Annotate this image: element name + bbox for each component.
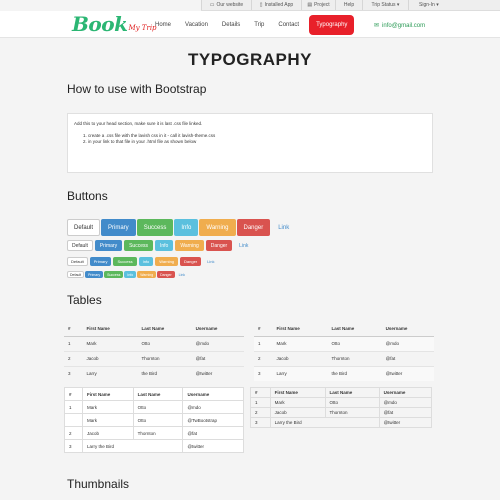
success-button[interactable]: Success [124,240,153,251]
top-utility-bar: ▭ Our website ▯ Installed App ▤ Project Hel… [201,0,500,11]
button-row-extra-small: Default Primary Success Info Warning Dan… [67,271,188,278]
topbar-sign-in[interactable]: Sign-In ▾ [408,0,500,10]
danger-button[interactable]: Danger [157,271,175,278]
info-button[interactable]: Info [138,257,154,266]
basic-table: # First Name Last Name Username 1 Mark Ott… [64,321,244,381]
table-row: 3 Larry the Bird @twitter [250,417,433,428]
logo-main-text: Book [72,12,128,36]
instruction-step: in your link to that file in your .html … [88,139,426,145]
section-title-bootstrap: How to use with Bootstrap [67,82,207,96]
table-row: 1 Mark Otto @mdo [254,335,434,351]
primary-button[interactable]: Primary [94,240,123,251]
info-button[interactable]: Info [174,219,199,236]
primary-button[interactable]: Primary [101,219,136,236]
table-row: 2 Jacob Thornton @fat [250,407,433,418]
phone-icon: ▯ [259,2,263,8]
default-button[interactable]: Default [67,271,85,278]
condensed-table: # First Name Last Name Username 1 Mark Ott… [250,387,433,428]
success-button[interactable]: Success [104,271,124,278]
success-button[interactable]: Success [113,257,137,266]
nav-typography[interactable]: Typography [309,15,355,35]
page-title: TYPOGRAPHY [187,50,313,69]
warning-button[interactable]: Warning [199,219,236,236]
logo[interactable]: Book My Trip [72,12,157,36]
envelope-icon: ✉ [374,23,380,29]
table-row: 2 Jacob Thornton @fat [64,350,244,366]
striped-table: # First Name Last Name Username 1 Mark Ott… [254,321,434,381]
nav-contact[interactable]: Contact [271,15,306,35]
table-row: 1 Mark Otto @mdo [63,400,244,414]
topbar-project[interactable]: ▤ Project [301,0,335,10]
topbar-installed-app[interactable]: ▯ Installed App [251,0,301,10]
default-button[interactable]: Default [67,240,93,251]
info-button[interactable]: Info [124,271,137,278]
section-title-thumbnails: Thumbnails [67,477,130,491]
topbar-help[interactable]: Help [335,0,362,10]
danger-button[interactable]: Danger [236,219,271,236]
warning-button[interactable]: Warning [175,240,204,251]
table-row: 3 Larry the Bird @twitter [254,365,434,381]
table-row: 1 Mark Otto @mdo [250,397,433,408]
button-row-default: Default Primary Success Info Warning Dan… [67,240,253,251]
default-button[interactable]: Default [67,257,88,266]
button-row-large: Default Primary Success Info Warning Dan… [67,219,296,236]
nav-vacation[interactable]: Vacation [178,15,215,35]
table-header-row: # First Name Last Name Username [250,387,433,398]
main-nav: Home Vacation Details Trip Contact Typog… [148,15,355,35]
link-button[interactable]: Link [271,219,296,236]
table-header-row: # First Name Last Name Username [63,387,244,401]
monitor-icon: ▭ [209,2,215,8]
instructions-intro: Add this to your head section, make sure… [74,121,203,126]
warning-button[interactable]: Warning [137,271,157,278]
nav-details[interactable]: Details [215,15,247,35]
button-row-small: Default Primary Success Info Warning Dan… [67,257,218,266]
table-header-row: # First Name Last Name Username [64,321,244,337]
topbar-our-website[interactable]: ▭ Our website [201,0,251,10]
info-button[interactable]: Info [154,240,174,251]
section-title-tables: Tables [67,293,102,307]
link-button[interactable]: Link [176,271,188,278]
table-row: 3 Larry the Bird @twitter [64,365,244,381]
bordered-table: # First Name Last Name Username 1 Mark Ott… [63,387,244,453]
success-button[interactable]: Success [136,219,174,236]
table-row: Mark Otto @TwBootstrap [63,413,244,427]
link-button[interactable]: Link [234,240,253,251]
warning-button[interactable]: Warning [155,257,179,266]
default-button[interactable]: Default [67,219,101,236]
table-row: 3 Larry the Bird @twitter [63,439,244,453]
nav-home[interactable]: Home [148,15,178,35]
document-icon: ▤ [307,2,313,8]
table-row: 2 Jacob Thornton @fat [254,350,434,366]
primary-button[interactable]: Primary [89,257,112,266]
nav-trip[interactable]: Trip [247,15,271,35]
primary-button[interactable]: Primary [85,271,104,278]
table-header-row: # First Name Last Name Username [254,321,434,337]
site-header: Book My Trip Home Vacation Details Trip … [0,11,500,38]
topbar-trip-status[interactable]: Trip Status ▾ [362,0,408,10]
link-button[interactable]: Link [203,257,218,266]
danger-button[interactable]: Danger [180,257,202,266]
table-row: 1 Mark Otto @mdo [64,335,244,351]
email-contact[interactable]: ✉ info@gmail.com [374,22,425,30]
danger-button[interactable]: Danger [205,240,233,251]
instructions-panel: Add this to your head section, make sure… [67,113,433,173]
section-title-buttons: Buttons [67,189,108,203]
table-row: 2 Jacob Thornton @fat [63,426,244,440]
